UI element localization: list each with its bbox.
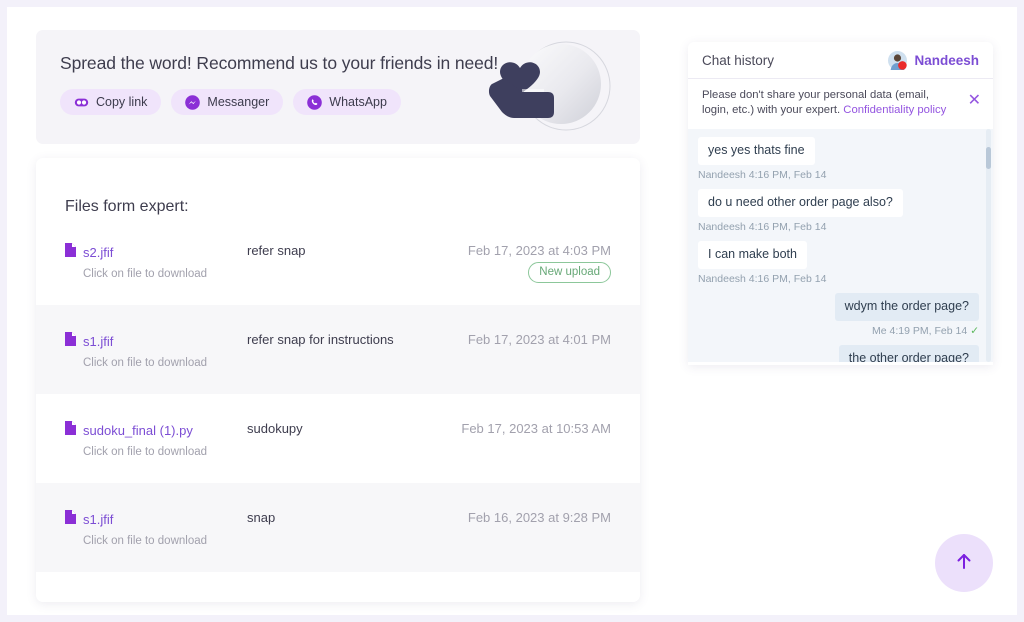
copy-link-label: Copy link	[96, 95, 148, 109]
file-name-link[interactable]: s1.jfif	[83, 512, 113, 527]
chat-header: Chat history Nandeesh	[688, 42, 993, 79]
list-item: I can make both Nandeesh 4:16 PM, Feb 14	[698, 240, 979, 285]
message-bubble: yes yes thats fine	[698, 136, 815, 165]
file-download-hint: Click on file to download	[83, 535, 208, 547]
files-card: Files form expert: s2.jfif Click on file…	[36, 158, 640, 602]
whatsapp-icon	[307, 94, 323, 110]
referral-banner: Spread the word! Recommend us to your fr…	[36, 30, 640, 144]
table-row[interactable]: s1.jfif Click on file to download snap F…	[36, 483, 640, 572]
read-receipt-icon: ✓	[970, 324, 979, 337]
table-row[interactable]: s2.jfif Click on file to download refer …	[36, 216, 640, 305]
message-meta: Nandeesh 4:16 PM, Feb 14	[698, 220, 827, 233]
file-download-hint: Click on file to download	[83, 357, 208, 369]
file-name-link[interactable]: s2.jfif	[83, 245, 113, 260]
file-comment: sudokupy	[247, 421, 303, 436]
file-icon	[65, 332, 76, 351]
message-bubble: I can make both	[698, 240, 807, 269]
messenger-button[interactable]: Messanger	[171, 89, 284, 115]
message-bubble: the other order page?	[838, 344, 979, 362]
chat-expert-name: Nandeesh	[914, 53, 979, 68]
file-icon	[65, 510, 76, 529]
close-icon[interactable]: ✕	[968, 93, 981, 109]
scrollbar[interactable]	[986, 128, 991, 362]
file-comment: refer snap for instructions	[247, 332, 394, 347]
table-row[interactable]: sudoku_final (1).py Click on file to dow…	[36, 394, 640, 483]
file-date: Feb 17, 2023 at 4:01 PM	[467, 332, 611, 347]
scroll-to-top-button[interactable]	[935, 534, 993, 592]
heart-in-hand-icon	[488, 36, 628, 138]
status-badge: New upload	[528, 262, 611, 283]
chat-messages-list[interactable]: yes yes thats fine Nandeesh 4:16 PM, Feb…	[688, 128, 993, 362]
file-date: Feb 17, 2023 at 10:53 AM	[461, 421, 611, 436]
file-name-link[interactable]: sudoku_final (1).py	[83, 423, 193, 438]
referral-title: Spread the word! Recommend us to your fr…	[60, 53, 499, 73]
file-name-wrap[interactable]: s2.jfif	[65, 243, 113, 262]
file-comment: snap	[247, 510, 276, 525]
file-name-wrap[interactable]: s1.jfif	[65, 510, 113, 529]
table-row[interactable]: s1.jfif Click on file to download refer …	[36, 305, 640, 394]
file-name-wrap[interactable]: s1.jfif	[65, 332, 113, 351]
scrollbar-thumb[interactable]	[986, 146, 991, 169]
file-icon	[65, 421, 76, 440]
message-bubble: do u need other order page also?	[698, 188, 903, 217]
avatar	[888, 51, 908, 70]
file-comment: refer snap	[247, 243, 306, 258]
list-item: yes yes thats fine Nandeesh 4:16 PM, Feb…	[698, 136, 979, 181]
message-meta: Nandeesh 4:16 PM, Feb 14	[698, 272, 827, 285]
copy-link-button[interactable]: Copy link	[60, 89, 162, 115]
file-download-hint: Click on file to download	[83, 446, 208, 458]
message-meta-text: Me 4:19 PM, Feb 14	[872, 324, 968, 337]
file-icon	[65, 243, 76, 262]
arrow-up-icon	[953, 550, 975, 577]
whatsapp-label: WhatsApp	[329, 95, 387, 109]
chat-expert[interactable]: Nandeesh	[888, 51, 979, 70]
confidentiality-policy-link[interactable]: Confidentiality policy	[843, 104, 946, 116]
messenger-icon	[185, 94, 201, 110]
left-column: Spread the word! Recommend us to your fr…	[36, 30, 640, 602]
messenger-label: Messanger	[207, 95, 270, 109]
file-download-hint: Click on file to download	[83, 268, 208, 280]
chat-history-panel: Chat history Nandeesh Please don't share…	[688, 42, 993, 365]
share-buttons-group: Copy link Messanger WhatsApp	[60, 89, 401, 115]
chat-history-title: Chat history	[702, 52, 775, 68]
privacy-notice-text: Please don't share your personal data (e…	[702, 88, 957, 119]
file-name-wrap[interactable]: sudoku_final (1).py	[65, 421, 193, 440]
whatsapp-button[interactable]: WhatsApp	[293, 89, 401, 115]
message-meta: Me 4:19 PM, Feb 14 ✓	[698, 325, 979, 337]
privacy-notice: Please don't share your personal data (e…	[688, 79, 993, 129]
file-date: Feb 17, 2023 at 4:03 PM	[467, 243, 611, 258]
file-name-link[interactable]: s1.jfif	[83, 334, 113, 349]
list-item: the other order page?	[698, 344, 979, 362]
files-heading: Files form expert:	[65, 198, 189, 215]
page-sheet: Spread the word! Recommend us to your fr…	[7, 7, 1017, 615]
link-icon	[74, 97, 89, 108]
message-meta: Nandeesh 4:16 PM, Feb 14	[698, 168, 827, 181]
message-bubble: wdym the order page?	[834, 292, 979, 321]
list-item: do u need other order page also? Nandees…	[698, 188, 979, 233]
list-item: wdym the order page? Me 4:19 PM, Feb 14 ✓	[698, 292, 979, 337]
file-date: Feb 16, 2023 at 9:28 PM	[467, 510, 611, 525]
